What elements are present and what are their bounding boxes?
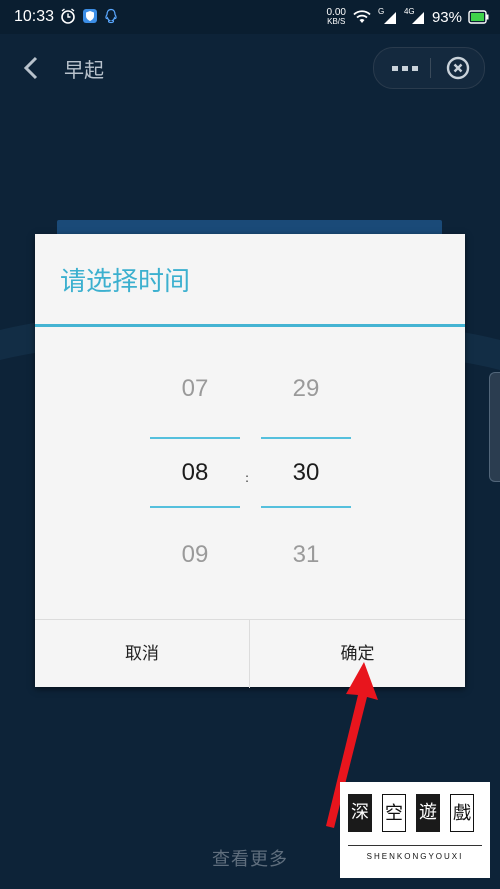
net-speed: 0.00 KB/S (327, 8, 346, 26)
watermark-char-2: 空 (382, 794, 406, 832)
page-title: 早起 (64, 58, 104, 82)
minute-selection-bottom-line (261, 506, 351, 508)
shield-icon (83, 9, 97, 23)
hour-selection-bottom-line (150, 506, 240, 508)
dialog-button-row: 取消 确定 (35, 619, 465, 688)
watermark-divider (348, 845, 482, 846)
alarm-icon (61, 8, 75, 24)
mini-program-capsule (373, 47, 485, 89)
hour-next-value[interactable]: 09 (150, 541, 240, 569)
minute-prev-value[interactable]: 29 (261, 375, 351, 403)
net-speed-unit: KB/S (327, 17, 346, 26)
hour-selection-top-line (150, 437, 240, 439)
minute-next-value[interactable]: 31 (261, 541, 351, 569)
more-options-icon[interactable] (392, 66, 420, 72)
time-separator: : (245, 471, 250, 485)
hour-selected-value[interactable]: 08 (150, 459, 240, 487)
dialog-header: 请选择时间 (35, 234, 465, 327)
minute-selection-top-line (261, 437, 351, 439)
watermark-romanized: SHENKONGYOUXI (366, 852, 464, 861)
back-arrow-icon[interactable] (20, 54, 44, 82)
signal-1-icon: G (378, 7, 398, 25)
status-time: 10:33 (14, 8, 55, 25)
dialog-title: 请选择时间 (60, 267, 191, 297)
watermark-char-4: 戲 (450, 794, 474, 832)
signal-2-icon: 4G (404, 7, 426, 25)
title-bar: 早起 (0, 34, 500, 100)
battery-icon (468, 10, 489, 24)
watermark-chars: 深 空 遊 戲 (348, 794, 474, 832)
hour-prev-value[interactable]: 07 (150, 375, 240, 403)
watermark-logo: 深 空 遊 戲 SHENKONGYOUXI (340, 782, 490, 878)
side-edge-tab[interactable] (489, 372, 500, 482)
status-bar: 10:33 0.00 KB/S G 4G 93% (0, 0, 500, 34)
qq-icon (105, 8, 117, 24)
battery-percent: 93% (431, 8, 462, 26)
status-right-group: 0.00 KB/S G 4G 93% (327, 6, 491, 28)
capsule-divider (430, 58, 431, 78)
watermark-char-1: 深 (348, 794, 372, 832)
close-mini-program-icon[interactable] (446, 56, 470, 80)
time-picker-dialog: 请选择时间 07 08 09 : 29 30 31 取消 确定 (35, 234, 465, 688)
watermark-char-3: 遊 (416, 794, 440, 832)
minute-selected-value[interactable]: 30 (261, 459, 351, 487)
wifi-icon (353, 10, 371, 23)
cancel-button[interactable]: 取消 (35, 620, 250, 688)
